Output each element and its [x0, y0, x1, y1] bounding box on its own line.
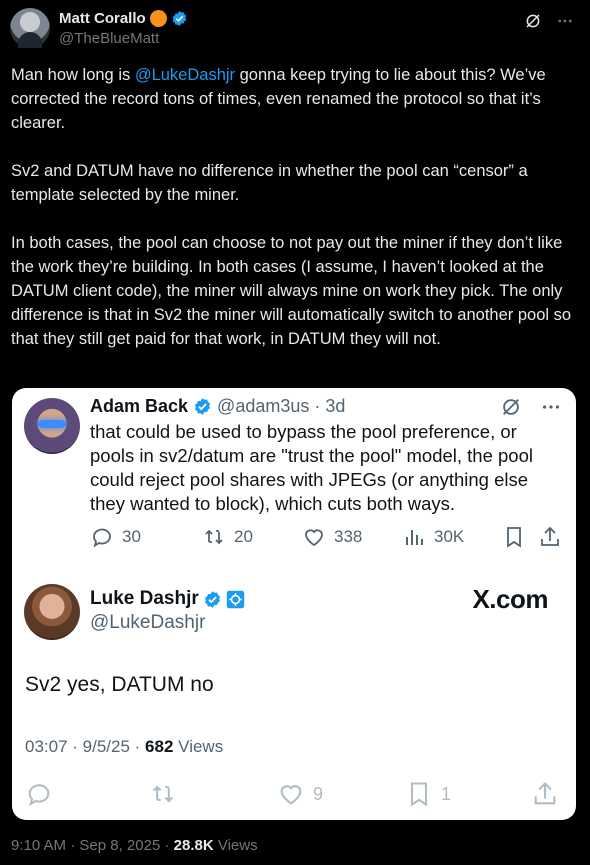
- quoted-text: that could be used to bypass the pool pr…: [90, 421, 533, 514]
- repost-icon: [205, 529, 223, 545]
- bookmark-action: [502, 525, 526, 549]
- luke-like-action: 9: [277, 780, 323, 808]
- embedded-screenshot[interactable]: Adam Back @adam3us · 3d that could be us…: [12, 388, 576, 820]
- tweet-views-count: 28.8K: [173, 837, 214, 854]
- handle[interactable]: @TheBlueMatt: [59, 30, 159, 47]
- tweet-date[interactable]: Sep 8, 2025: [79, 837, 160, 854]
- share-action: [538, 525, 562, 549]
- reply-action: 30: [90, 525, 141, 549]
- luke-actions: 9 1: [25, 780, 565, 808]
- grok-icon[interactable]: [524, 12, 542, 30]
- tweet-time[interactable]: 9:10 AM: [11, 837, 66, 854]
- like-count: 338: [334, 527, 363, 546]
- reply-icon: [28, 784, 50, 807]
- share-icon: [534, 782, 556, 805]
- luke-like-count: 9: [313, 783, 324, 804]
- quoted-handle: @adam3us: [217, 396, 310, 416]
- avatar[interactable]: [10, 8, 50, 48]
- orange-circle-badge-icon: [149, 10, 167, 27]
- bookmark-icon: [507, 527, 521, 548]
- luke-avatar: [24, 584, 80, 640]
- luke-bookmark-action: 1: [405, 780, 451, 808]
- quoted-age: · 3d: [314, 396, 346, 416]
- like-icon: [305, 529, 323, 547]
- quoted-avatar: [24, 398, 80, 454]
- verified-icon: [172, 11, 186, 26]
- display-name[interactable]: Matt Corallo: [59, 10, 146, 27]
- bookmark-icon: [410, 782, 428, 807]
- tweet-text: Man how long is @LukeDashjr gonna keep t…: [11, 63, 583, 351]
- quoted-name: Adam Back: [90, 396, 189, 416]
- views-count: 30K: [434, 527, 465, 546]
- luke-views-count: 682: [145, 737, 174, 756]
- quoted-top-icons: [500, 396, 562, 418]
- xcom-brand: X.com: [472, 584, 548, 614]
- luke-views-label: Views: [178, 737, 224, 756]
- tweet-text-p1-start: Man how long is: [11, 66, 135, 84]
- luke-repost-action: [149, 780, 177, 808]
- more-icon: [542, 405, 560, 409]
- luke-name-line: Luke Dashjr: [90, 588, 245, 610]
- tweet-header: Matt Corallo @TheBlueMatt: [10, 8, 580, 50]
- luke-handle: @LukeDashjr: [90, 612, 206, 633]
- repost-action: 20: [202, 525, 253, 549]
- grok-icon: [503, 399, 519, 415]
- quoted-actions: 30 20 338 30K: [90, 525, 562, 549]
- more-icon[interactable]: [556, 12, 574, 30]
- mention-link[interactable]: @LukeDashjr: [135, 66, 235, 84]
- luke-bookmark-count: 1: [441, 783, 452, 804]
- tweet-views-label: Views: [217, 837, 258, 854]
- tweet-footer: 9:10 AM · Sep 8, 2025 · 28.8K Views: [11, 837, 258, 854]
- luke-name: Luke Dashjr: [90, 588, 199, 609]
- share-icon: [541, 526, 559, 546]
- luke-reply-action: [25, 780, 53, 808]
- repost-icon: [152, 785, 174, 803]
- views-action: 30K: [402, 525, 464, 549]
- like-action: 338: [302, 525, 362, 549]
- views-icon: [406, 530, 423, 545]
- affiliate-badge-icon: [226, 590, 244, 608]
- verified-icon: [204, 590, 220, 608]
- repost-count: 20: [234, 527, 253, 546]
- luke-text: Sv2 yes, DATUM no: [25, 673, 214, 696]
- like-icon: [280, 785, 302, 805]
- luke-share-action: [531, 780, 559, 808]
- quoted-name-line: Adam Back @adam3us · 3d: [90, 396, 345, 417]
- tweet-text-p2: Sv2 and DATUM have no difference in whet…: [11, 162, 533, 204]
- tweet-text-p3: In both cases, the pool can choose to no…: [11, 234, 576, 348]
- reply-count: 30: [122, 527, 141, 546]
- verified-icon: [195, 398, 211, 415]
- header-actions: [524, 12, 574, 30]
- author-name-line: Matt Corallo: [59, 10, 188, 27]
- reply-icon: [93, 528, 111, 548]
- luke-meta: 03:07 · 9/5/25 · 682 Views: [25, 737, 223, 757]
- luke-time: 03:07 · 9/5/25 ·: [25, 737, 141, 756]
